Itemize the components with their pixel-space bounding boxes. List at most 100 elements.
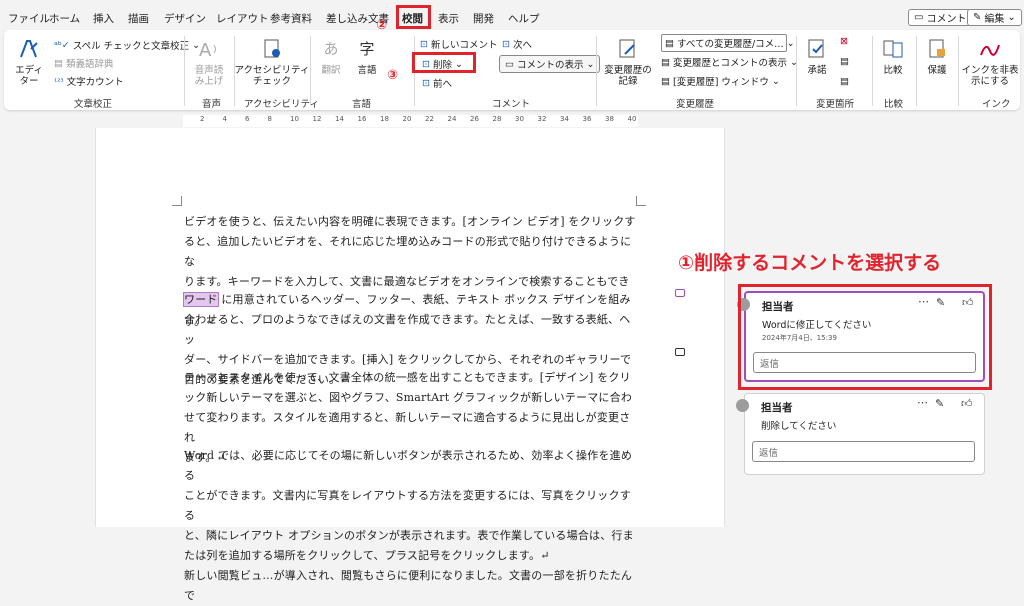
comment-marker-icon[interactable]: [675, 348, 685, 356]
new-comment-button[interactable]: ⊡ 新しいコメント: [420, 37, 497, 52]
show-markup-icon: ▤: [661, 56, 670, 68]
tab-home[interactable]: ホーム: [49, 11, 80, 26]
ruler-tick-label: 2: [200, 115, 205, 123]
comment-author: 担当者: [761, 402, 793, 414]
more-options-icon[interactable]: ⋯: [918, 295, 929, 308]
more-options-icon[interactable]: ⋯: [917, 396, 928, 409]
separator: [916, 36, 917, 106]
group-label-ink: インク: [982, 99, 1011, 110]
comment-date: 2024年7月4日、15:39: [762, 334, 837, 342]
ruler-tick-label: 32: [537, 115, 547, 123]
group-label-changes: 変更箇所: [816, 99, 855, 110]
tab-file[interactable]: ファイル: [8, 11, 50, 26]
compare-button[interactable]: 比較: [878, 36, 908, 76]
editor-button[interactable]: エディ ター: [10, 36, 48, 87]
next-comment-button[interactable]: ⊡ 次へ: [502, 37, 532, 52]
ruler-tick-label: 10: [290, 115, 299, 123]
comments-button[interactable]: ▭ コメント: [908, 9, 973, 26]
accessibility-check-button[interactable]: アクセシビリティ チェック: [235, 36, 309, 87]
word-count-button[interactable]: ¹²³ 文字カウント: [54, 74, 124, 89]
group-label-tracking: 変更履歴: [676, 99, 715, 110]
edit-pencil-icon[interactable]: ✎: [936, 296, 945, 309]
reject-icon: ⊠: [840, 36, 848, 47]
track-changes-button[interactable]: 変更履歴の 記録: [600, 36, 656, 87]
comment-text: 削除してください: [761, 421, 837, 432]
previous-change-button[interactable]: ▤: [840, 56, 849, 67]
ruler-tick-label: 34: [560, 115, 569, 123]
accept-icon: [804, 36, 830, 62]
editing-mode-button[interactable]: ✎ 編集 ⌄: [967, 9, 1022, 26]
show-comments-button[interactable]: ▭ コメントの表示 ⌄: [499, 55, 601, 73]
separator: [958, 36, 959, 106]
ribbon: エディ ター ᵃᵇ✓ スペル チェックと文章校正 ⌄ ▤ 類義語辞典 ¹²³ 文字カウン…: [4, 30, 1020, 110]
language-icon: 字: [359, 39, 375, 58]
paragraph-4[interactable]: Word では、必要に応じてその場に新しいボタンが表示されるため、効率よく操作を…: [184, 446, 639, 606]
previous-comment-button[interactable]: ⊡ 前へ: [422, 76, 452, 91]
next-icon: ⊡: [502, 38, 510, 50]
crop-mark: [172, 196, 182, 206]
commented-text-highlight[interactable]: ワード: [183, 292, 219, 307]
comment-text: Wordに修正してください: [762, 320, 872, 331]
translate-icon: あ: [323, 39, 339, 58]
word-count-icon: ¹²³: [54, 76, 64, 86]
track-changes-icon: [615, 36, 641, 62]
protect-button[interactable]: 保護: [922, 36, 952, 76]
group-label-compare: 比較: [884, 99, 904, 110]
reject-button[interactable]: ⊠: [840, 36, 848, 47]
delete-comment-button[interactable]: ⊡ 削除 ⌄: [422, 57, 463, 72]
tab-developer[interactable]: 開発: [473, 11, 494, 26]
comment-card-1[interactable]: 担当者 ⋯ ✎ 👍︎ Wordに修正してください 2024年7月4日、15:39…: [737, 291, 985, 382]
hide-ink-button[interactable]: インクを非表 示にする: [962, 36, 1019, 87]
next-change-icon: ▤: [840, 76, 849, 87]
vertical-ruler[interactable]: [0, 133, 14, 527]
tab-draw[interactable]: 描画: [128, 11, 149, 26]
reply-input[interactable]: 返信: [752, 441, 975, 462]
comment-card-2[interactable]: 担当者 ⋯ ✎ 👍︎ 削除してください 返信: [736, 393, 985, 475]
ruler-tick-label: 28: [492, 115, 502, 123]
language-button[interactable]: 字 言語: [352, 36, 382, 76]
thesaurus-button[interactable]: ▤ 類義語辞典: [54, 56, 114, 71]
next-change-button[interactable]: ▤: [840, 76, 849, 87]
previous-change-icon: ▤: [840, 56, 849, 67]
svg-text:A: A: [199, 40, 212, 61]
reply-input[interactable]: 返信: [753, 352, 976, 373]
lock-icon: [924, 36, 950, 62]
tab-insert[interactable]: 挿入: [93, 11, 114, 26]
reviewing-pane-button[interactable]: ▤ [変更履歴] ウィンドウ ⌄: [661, 74, 780, 89]
tab-layout[interactable]: レイアウト: [216, 11, 269, 26]
comment-marker-icon[interactable]: [675, 289, 685, 297]
translate-button[interactable]: あ 翻訳: [316, 36, 346, 76]
crop-mark: [636, 196, 646, 206]
chevron-down-icon: ⌄: [786, 37, 795, 49]
editor-icon: [16, 36, 42, 62]
ruler-tick-label: 36: [582, 115, 592, 123]
ruler-tick-label: 6: [245, 115, 250, 123]
read-aloud-button[interactable]: A 音声読 み上げ: [192, 36, 226, 87]
ruler-tick-label: 26: [470, 115, 479, 123]
group-label-voice: 音声: [202, 99, 222, 110]
separator: [872, 36, 873, 106]
tab-references[interactable]: 参考資料: [270, 11, 312, 26]
ruler-tick-label: 24: [447, 115, 457, 123]
accessibility-icon: [259, 36, 285, 62]
ruler-tick-label: 40: [627, 115, 637, 123]
accept-button[interactable]: 承諾: [802, 36, 832, 76]
separator: [414, 36, 415, 106]
tab-review[interactable]: 校閲: [402, 11, 423, 29]
edit-pencil-icon[interactable]: ✎: [935, 397, 944, 410]
tab-view[interactable]: 表示: [438, 11, 459, 26]
markup-view-select[interactable]: ▤ すべての変更履歴/コメ… ⌄: [661, 34, 795, 52]
separator: [310, 36, 311, 106]
ruler-tick-label: 4: [222, 115, 227, 123]
group-label-comments: コメント: [492, 99, 531, 110]
show-markup-button[interactable]: ▤ 変更履歴とコメントの表示 ⌄: [661, 55, 798, 70]
like-icon[interactable]: 👍︎: [962, 296, 974, 309]
tab-help[interactable]: ヘルプ: [508, 11, 540, 26]
spelling-button[interactable]: ᵃᵇ✓ スペル チェックと文章校正 ⌄: [54, 38, 200, 53]
new-comment-icon: ⊡: [420, 38, 428, 50]
avatar: [737, 298, 750, 311]
avatar: [736, 399, 749, 412]
ruler-tick-label: 38: [605, 115, 614, 123]
like-icon[interactable]: 👍︎: [961, 397, 973, 410]
tab-design[interactable]: デザイン: [164, 11, 206, 26]
